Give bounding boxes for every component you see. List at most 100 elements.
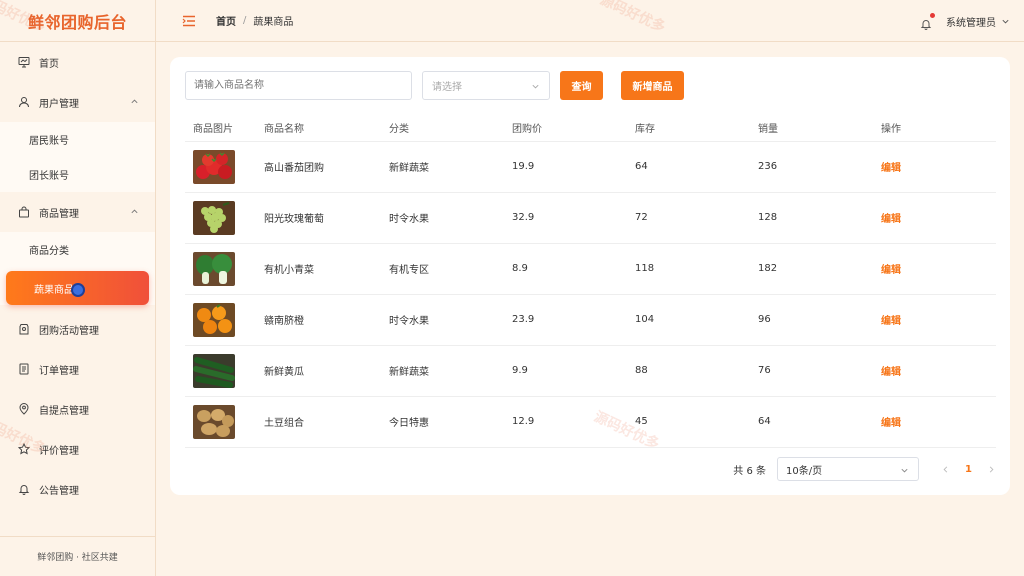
add-product-button[interactable]: 新增商品 <box>621 71 684 100</box>
product-image-cucumber <box>193 353 235 388</box>
sidebar-item-pickup-points[interactable]: 自提点管理 <box>0 389 155 429</box>
breadcrumb-current: 蔬果商品 <box>253 17 294 28</box>
chevron-down-icon <box>901 468 908 473</box>
sidebar-item-home[interactable]: 首页 <box>0 42 155 82</box>
notification-dot <box>930 13 935 18</box>
edit-link[interactable]: 编辑 <box>881 316 901 327</box>
header-right: 系统管理员 <box>920 0 1010 42</box>
column-header: 商品图片 <box>185 115 256 142</box>
prev-page-icon[interactable] <box>941 465 950 474</box>
edit-link[interactable]: 编辑 <box>881 214 901 225</box>
sidebar-item-group-activities[interactable]: 团购活动管理 <box>0 309 155 349</box>
sidebar-item-reviews[interactable]: 评价管理 <box>0 429 155 469</box>
page-size-value: 10条/页 <box>786 465 823 477</box>
product-stock: 64 <box>627 141 750 193</box>
menu-fold-icon[interactable] <box>182 15 196 27</box>
sidebar-item-label: 商品管理 <box>39 208 79 220</box>
sidebar-item-user-management[interactable]: 用户管理 <box>0 82 155 122</box>
top-header: 首页 / 蔬果商品 系统管理员 <box>156 0 1024 42</box>
bag-icon <box>18 206 30 218</box>
table-row: 土豆组合 今日特惠 12.9 45 64 编辑 <box>185 396 996 448</box>
query-button[interactable]: 查询 <box>560 71 603 100</box>
mouse-cursor-indicator <box>71 283 85 297</box>
breadcrumb-home[interactable]: 首页 <box>216 13 236 28</box>
product-name: 赣南脐橙 <box>256 294 381 346</box>
chevron-down-icon <box>532 84 539 89</box>
product-name: 新鲜黄瓜 <box>256 345 381 397</box>
sidebar-item-label: 用户管理 <box>39 98 79 110</box>
product-stock: 72 <box>627 192 750 244</box>
table-row: 新鲜黄瓜 新鲜蔬菜 9.9 88 76 编辑 <box>185 345 996 397</box>
breadcrumb: 首页 / 蔬果商品 <box>216 13 293 28</box>
app-root: 鲜邻团购后台 首页 用户管理 居民账号 团长账号 商品管理 商品分类 蔬果商品 … <box>0 0 1024 576</box>
product-category: 新鲜蔬菜 <box>381 345 504 397</box>
chevron-up-icon <box>131 209 138 214</box>
table-row: 有机小青菜 有机专区 8.9 118 182 编辑 <box>185 243 996 295</box>
chevron-down-icon <box>1002 19 1009 23</box>
sidebar-item-announcements[interactable]: 公告管理 <box>0 469 155 509</box>
sidebar-item-product-categories[interactable]: 商品分类 <box>0 232 155 267</box>
edit-link[interactable]: 编辑 <box>881 163 901 174</box>
edit-link[interactable]: 编辑 <box>881 418 901 429</box>
product-image-bokchoy <box>193 251 235 286</box>
product-price: 8.9 <box>504 243 627 295</box>
product-price: 12.9 <box>504 396 627 448</box>
submenu-user-management: 居民账号 团长账号 <box>0 122 155 192</box>
sidebar-item-label: 首页 <box>39 58 59 70</box>
sidebar-item-group-leaders[interactable]: 团长账号 <box>0 157 155 192</box>
product-price: 9.9 <box>504 345 627 397</box>
edit-link[interactable]: 编辑 <box>881 265 901 276</box>
bell-icon <box>18 483 30 495</box>
column-header: 销量 <box>750 115 873 142</box>
sidebar-item-residents[interactable]: 居民账号 <box>0 122 155 157</box>
sidebar-item-label: 蔬果商品 <box>34 284 74 296</box>
product-name: 土豆组合 <box>256 396 381 448</box>
table-header-row: 商品图片 商品名称 分类 团购价 库存 销量 操作 <box>185 115 996 142</box>
page-size-select[interactable]: 10条/页 <box>777 457 920 481</box>
column-header: 商品名称 <box>256 115 381 142</box>
category-select[interactable]: 请选择 <box>422 71 550 100</box>
product-sales: 76 <box>750 345 873 397</box>
sidebar-item-product-management[interactable]: 商品管理 <box>0 192 155 232</box>
product-category: 时令水果 <box>381 192 504 244</box>
order-icon <box>18 363 30 375</box>
filter-bar: 请选择 查询 新增商品 <box>185 71 684 100</box>
sidebar-footer: 鲜邻团购 · 社区共建 <box>0 536 155 576</box>
product-price: 23.9 <box>504 294 627 346</box>
product-stock: 118 <box>627 243 750 295</box>
product-stock: 88 <box>627 345 750 397</box>
breadcrumb-separator: / <box>243 15 247 26</box>
app-logo-title: 鲜邻团购后台 <box>0 0 155 42</box>
product-table: 商品图片 商品名称 分类 团购价 库存 销量 操作 高山番茄团购 新鲜蔬菜 19… <box>185 115 996 448</box>
sidebar-item-orders[interactable]: 订单管理 <box>0 349 155 389</box>
product-sales: 64 <box>750 396 873 448</box>
notification-button[interactable] <box>920 13 935 30</box>
table-row: 高山番茄团购 新鲜蔬菜 19.9 64 236 编辑 <box>185 141 996 193</box>
product-name: 高山番茄团购 <box>256 141 381 193</box>
sidebar-item-label: 公告管理 <box>39 485 79 497</box>
user-icon <box>18 96 30 108</box>
product-category: 今日特惠 <box>381 396 504 448</box>
product-sales: 128 <box>750 192 873 244</box>
location-icon <box>18 403 30 415</box>
edit-link[interactable]: 编辑 <box>881 367 901 378</box>
product-category: 新鲜蔬菜 <box>381 141 504 193</box>
sidebar-item-label: 自提点管理 <box>39 405 89 417</box>
product-name-search-input[interactable] <box>185 71 412 100</box>
next-page-icon[interactable] <box>987 465 996 474</box>
column-header: 操作 <box>873 115 996 142</box>
sidebar-item-label: 订单管理 <box>39 365 79 377</box>
user-menu[interactable]: 系统管理员 <box>946 14 1010 29</box>
page-number-current[interactable]: 1 <box>965 464 972 475</box>
table-row: 赣南脐橙 时令水果 23.9 104 96 编辑 <box>185 294 996 346</box>
sidebar-item-produce-products[interactable]: 蔬果商品 <box>6 271 149 305</box>
product-stock: 45 <box>627 396 750 448</box>
product-image-tomato <box>193 149 235 184</box>
category-select-placeholder: 请选择 <box>432 82 462 93</box>
chevron-up-icon <box>131 99 138 104</box>
user-name: 系统管理员 <box>946 17 996 29</box>
product-category: 时令水果 <box>381 294 504 346</box>
product-name: 有机小青菜 <box>256 243 381 295</box>
activity-icon <box>18 323 30 335</box>
column-header: 库存 <box>627 115 750 142</box>
